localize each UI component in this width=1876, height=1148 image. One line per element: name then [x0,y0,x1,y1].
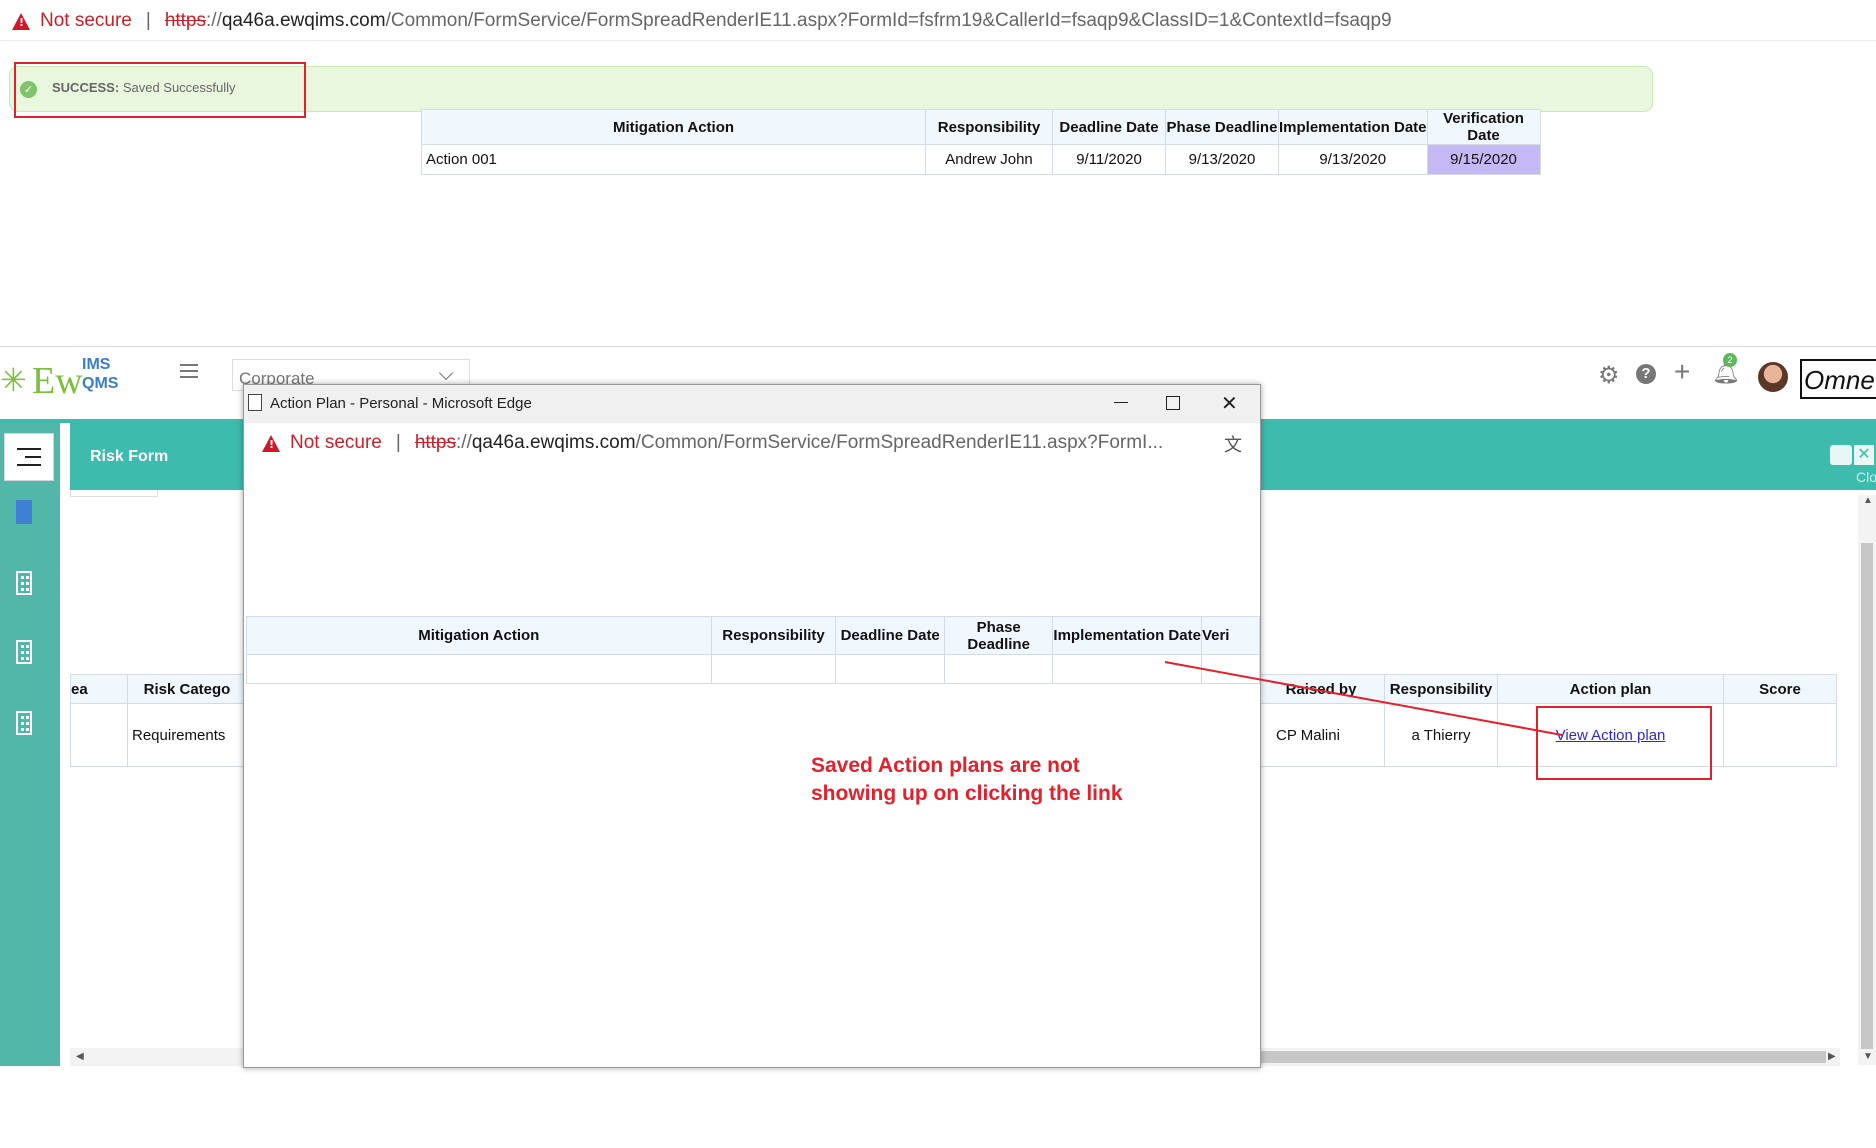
annotation-arrow [1164,661,1563,736]
